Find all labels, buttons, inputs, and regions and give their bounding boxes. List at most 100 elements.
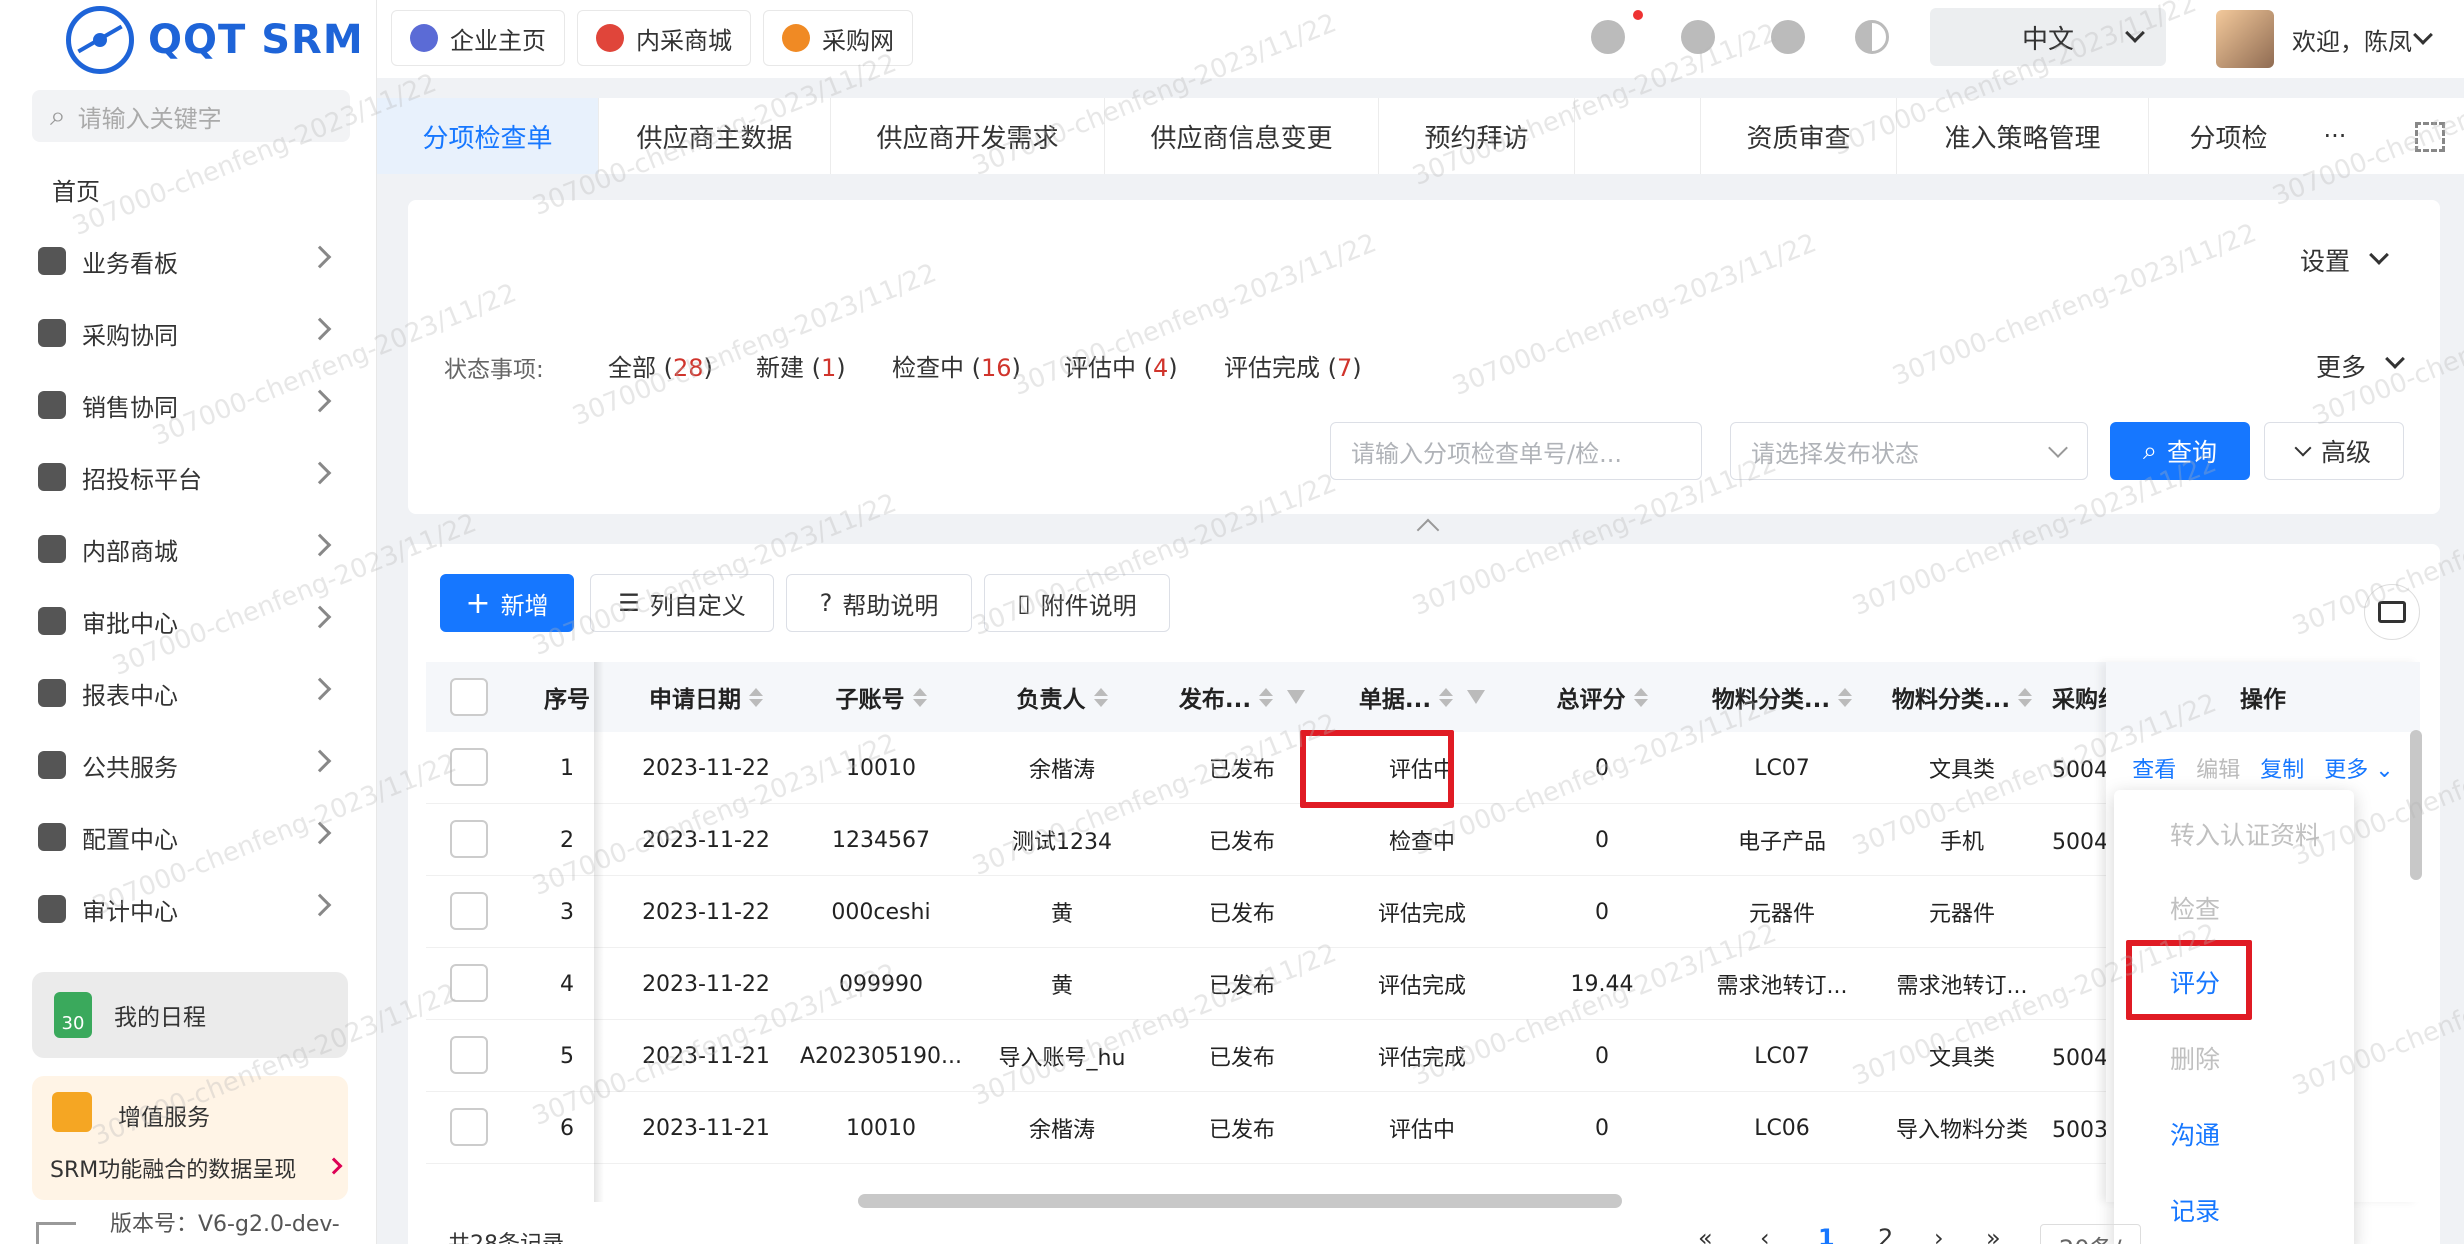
- avatar[interactable]: [2216, 10, 2274, 68]
- add-button[interactable]: + 新增: [440, 574, 574, 632]
- query-button[interactable]: ⌕ 查询: [2110, 422, 2250, 480]
- my-schedule[interactable]: 30 我的日程: [32, 972, 348, 1058]
- row-checkbox[interactable]: [450, 1108, 488, 1146]
- status-all[interactable]: 全部 (28): [608, 348, 713, 383]
- col-publish[interactable]: 发布...: [1152, 662, 1332, 732]
- toplink-internal-mall[interactable]: 内采商城: [577, 10, 751, 66]
- sidebar-item-approval[interactable]: 审批中心: [38, 596, 338, 646]
- col-owner[interactable]: 负责人: [972, 662, 1152, 732]
- menu-item-communicate[interactable]: 沟通: [2170, 1116, 2220, 1152]
- menu-item-record[interactable]: 记录: [2170, 1192, 2220, 1228]
- question-icon: ?: [819, 589, 833, 617]
- column-custom-button[interactable]: ☰ 列自定义: [590, 574, 774, 632]
- sidebar-item-service[interactable]: 公共服务: [38, 740, 338, 790]
- filter-icon: [1287, 690, 1306, 704]
- edit-link[interactable]: 编辑: [2196, 752, 2240, 784]
- tabs-more-button[interactable]: ···: [2277, 98, 2393, 174]
- col-sub-account[interactable]: 子账号: [790, 662, 972, 732]
- menu-item-delete[interactable]: 删除: [2170, 1040, 2220, 1076]
- status-checking[interactable]: 检查中 (16): [892, 348, 1021, 383]
- tab-visit[interactable]: 预约拜访: [1379, 98, 1575, 174]
- tab-supplier-dev[interactable]: 供应商开发需求: [831, 98, 1105, 174]
- pager-last[interactable]: »: [1986, 1224, 2001, 1244]
- publish-status-select[interactable]: 请选择发布状态: [1730, 422, 2088, 480]
- tab-supplier-change[interactable]: 供应商信息变更: [1105, 98, 1379, 174]
- sidebar-item-bidding[interactable]: 招投标平台: [38, 452, 338, 502]
- horizontal-scrollbar[interactable]: [858, 1194, 1622, 1208]
- pager-page-1[interactable]: 1: [1818, 1224, 1835, 1244]
- toplink-purchase-net[interactable]: 采购网: [763, 10, 913, 66]
- headset-icon[interactable]: [1771, 20, 1805, 54]
- collapse-filter-icon[interactable]: [1408, 514, 1448, 534]
- cell-score: 0: [1595, 1043, 1609, 1069]
- print-button[interactable]: [2364, 584, 2420, 640]
- bell-icon[interactable]: [1591, 20, 1625, 54]
- tabs-bar: 分项检查单 供应商主数据 供应商开发需求 供应商信息变更 预约拜访 资质审查 准…: [377, 98, 2464, 174]
- tab-blank[interactable]: [1575, 98, 1701, 174]
- chevron-down-icon[interactable]: [2413, 25, 2433, 45]
- printer-icon: [2378, 601, 2406, 623]
- row-checkbox[interactable]: [450, 964, 488, 1002]
- tab-access-strategy[interactable]: 准入策略管理: [1897, 98, 2149, 174]
- filter-card: 设置 状态事项: 全部 (28) 新建 (1) 检查中 (16) 评估中 (4)…: [408, 200, 2440, 514]
- page-size-select[interactable]: 20条/: [2040, 1224, 2141, 1244]
- view-link[interactable]: 查看: [2132, 752, 2176, 784]
- value-added-service[interactable]: 增值服务 SRM功能融合的数据呈现: [32, 1076, 348, 1200]
- tab-item-check[interactable]: 分项检查单: [377, 98, 599, 174]
- cell-seq: 4: [560, 971, 574, 997]
- cell-cat1: 电子产品: [1737, 830, 1826, 855]
- sidebar-item-report[interactable]: 报表中心: [38, 668, 338, 718]
- col-category-2[interactable]: 物料分类...: [1872, 662, 2052, 732]
- logo[interactable]: QQT SRM: [66, 6, 364, 74]
- sort-icon: [1259, 687, 1274, 707]
- sidebar-item-sales[interactable]: 销售协同: [38, 380, 338, 430]
- col-score[interactable]: 总评分: [1512, 662, 1692, 732]
- pager-prev[interactable]: ‹: [1760, 1224, 1770, 1244]
- sidebar-item-purchase[interactable]: 采购协同: [38, 308, 338, 358]
- tab-qualification[interactable]: 资质审查: [1701, 98, 1897, 174]
- language-select[interactable]: 中文: [1930, 8, 2166, 66]
- welcome-user[interactable]: 欢迎，陈凤: [2292, 22, 2412, 57]
- chat-icon[interactable]: [1681, 20, 1715, 54]
- tab-supplier-master[interactable]: 供应商主数据: [599, 98, 831, 174]
- menu-item-transfer-cert[interactable]: 转入认证资料: [2170, 816, 2320, 852]
- sidebar-item-home[interactable]: 首页: [52, 172, 100, 207]
- sidebar-item-store[interactable]: 内部商城: [38, 524, 338, 574]
- pager-next[interactable]: ›: [1934, 1224, 1944, 1244]
- status-evaluating[interactable]: 评估中 (4): [1064, 348, 1178, 383]
- chevron-right-icon: [308, 677, 332, 701]
- attachment-button[interactable]: ▯ 附件说明: [984, 574, 1170, 632]
- settings-button[interactable]: 设置: [2300, 242, 2350, 278]
- pager-first[interactable]: «: [1698, 1224, 1713, 1244]
- col-category-1[interactable]: 物料分类...: [1692, 662, 1872, 732]
- menu-item-check[interactable]: 检查: [2170, 890, 2220, 926]
- status-new[interactable]: 新建 (1): [756, 348, 846, 383]
- collapse-sidebar-icon[interactable]: [36, 1222, 76, 1244]
- help-button[interactable]: ? 帮助说明: [786, 574, 972, 632]
- advanced-button[interactable]: 高级: [2264, 422, 2404, 480]
- more-ops-link[interactable]: 更多 ⌄: [2324, 752, 2393, 784]
- toplink-enterprise-home[interactable]: 企业主页: [391, 10, 565, 66]
- theme-icon[interactable]: [1855, 20, 1889, 54]
- status-evaluated[interactable]: 评估完成 (7): [1224, 348, 1362, 383]
- sidebar-item-audit[interactable]: 审计中心: [38, 884, 338, 934]
- vertical-scrollbar[interactable]: [2410, 730, 2422, 880]
- col-date[interactable]: 申请日期: [622, 662, 790, 732]
- fullscreen-icon[interactable]: [2415, 122, 2445, 152]
- row-checkbox[interactable]: [450, 820, 488, 858]
- copy-link[interactable]: 复制: [2260, 752, 2304, 784]
- more-filters-button[interactable]: 更多: [2316, 348, 2366, 384]
- language-label: 中文: [2021, 24, 2074, 55]
- check-number-input[interactable]: 请输入分项检查单号/检...: [1330, 422, 1702, 480]
- cell-score: 19.44: [1570, 971, 1634, 997]
- select-all-checkbox[interactable]: [450, 678, 488, 716]
- row-checkbox[interactable]: [450, 892, 488, 930]
- sidebar-item-dashboard[interactable]: 业务看板: [38, 236, 338, 286]
- row-checkbox[interactable]: [450, 1036, 488, 1074]
- sort-icon: [912, 687, 927, 707]
- col-doc-status[interactable]: 单据...: [1332, 662, 1512, 732]
- row-checkbox[interactable]: [450, 748, 488, 786]
- sidebar-item-config[interactable]: 配置中心: [38, 812, 338, 862]
- sidebar-search-input[interactable]: ⌕ 请输入关键字: [32, 90, 350, 142]
- pager-page-2[interactable]: 2: [1878, 1224, 1893, 1244]
